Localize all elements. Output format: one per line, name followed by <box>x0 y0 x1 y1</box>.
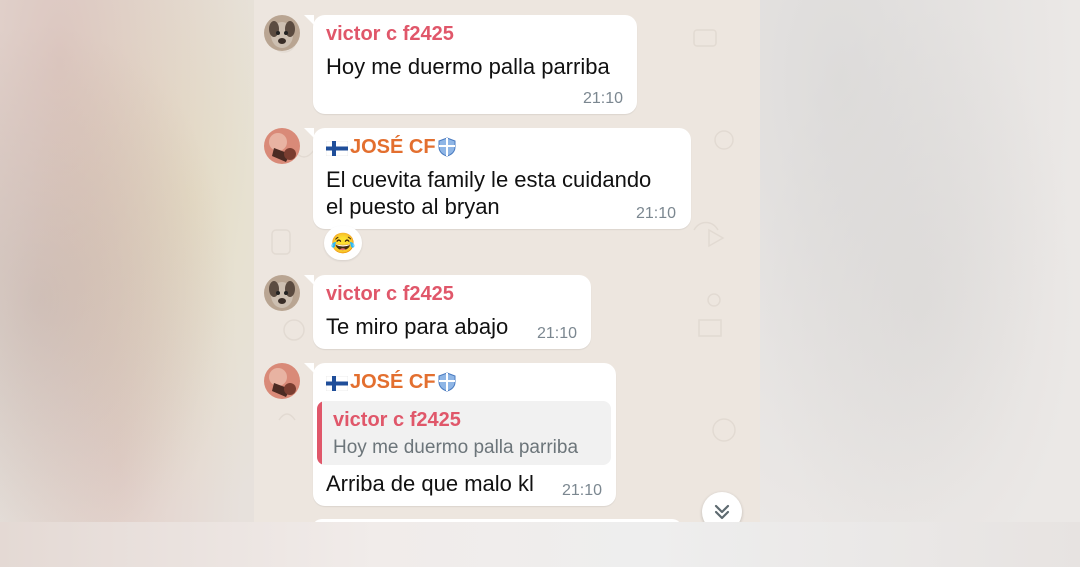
message-text-line-1: El cuevita family le esta cuidando <box>326 167 652 192</box>
finland-flag-icon <box>326 376 348 391</box>
profile-avatar-icon <box>264 128 300 164</box>
sender-name[interactable]: JOSÉ CF <box>326 371 456 394</box>
sender-name[interactable]: victor c f2425 <box>326 23 454 46</box>
profile-avatar-icon <box>264 363 300 399</box>
reaction-badge[interactable]: 😂 <box>324 226 362 260</box>
chat-panel[interactable]: victor c f2425 Hoy me duermo palla parri… <box>254 0 760 522</box>
blurred-background-bottom <box>0 522 1080 567</box>
sender-name-text: JOSÉ CF <box>350 371 436 393</box>
message-time: 21:10 <box>562 482 603 499</box>
message-text: Arriba de que malo kl <box>326 471 534 496</box>
quote-accent-bar <box>317 401 322 465</box>
avatar-jose[interactable] <box>264 363 300 399</box>
message-time: 21:10 <box>583 90 624 107</box>
message-time: 21:10 <box>636 205 677 222</box>
message-text: Te miro para abajo <box>326 314 509 339</box>
chevron-double-down-icon <box>714 504 730 520</box>
blurred-background-right <box>760 0 1080 567</box>
sender-name[interactable]: victor c f2425 <box>326 283 454 306</box>
message-bubble[interactable]: JOSÉ CF victor c f2425 Hoy me duermo pal… <box>304 363 616 506</box>
shield-icon <box>438 137 456 157</box>
message-bubble[interactable]: JOSÉ CF El cuevita family le esta cuidan… <box>304 128 691 229</box>
avatar-jose[interactable] <box>264 128 300 164</box>
quoted-sender: victor c f2425 <box>333 409 461 431</box>
message-text: Hoy me duermo palla parriba <box>326 54 610 79</box>
dog-avatar-icon <box>264 275 300 311</box>
avatar-victor[interactable] <box>264 15 300 51</box>
message-text-line-2: el puesto al bryan <box>326 194 500 219</box>
quoted-reply[interactable]: victor c f2425 Hoy me duermo palla parri… <box>317 401 611 465</box>
message-bubble[interactable]: victor c f2425 Te miro para abajo 21:10 <box>304 275 591 349</box>
blurred-background-left <box>0 0 254 567</box>
quoted-text: Hoy me duermo palla parriba <box>333 437 579 458</box>
next-message-bubble-partial[interactable] <box>312 519 682 522</box>
message-time: 21:10 <box>537 325 578 342</box>
avatar-victor[interactable] <box>264 275 300 311</box>
message-bubble[interactable]: victor c f2425 Hoy me duermo palla parri… <box>304 15 637 114</box>
sender-name[interactable]: JOSÉ CF <box>326 136 456 159</box>
finland-flag-icon <box>326 141 348 156</box>
shield-icon <box>438 372 456 392</box>
sender-name-text: JOSÉ CF <box>350 136 436 158</box>
dog-avatar-icon <box>264 15 300 51</box>
